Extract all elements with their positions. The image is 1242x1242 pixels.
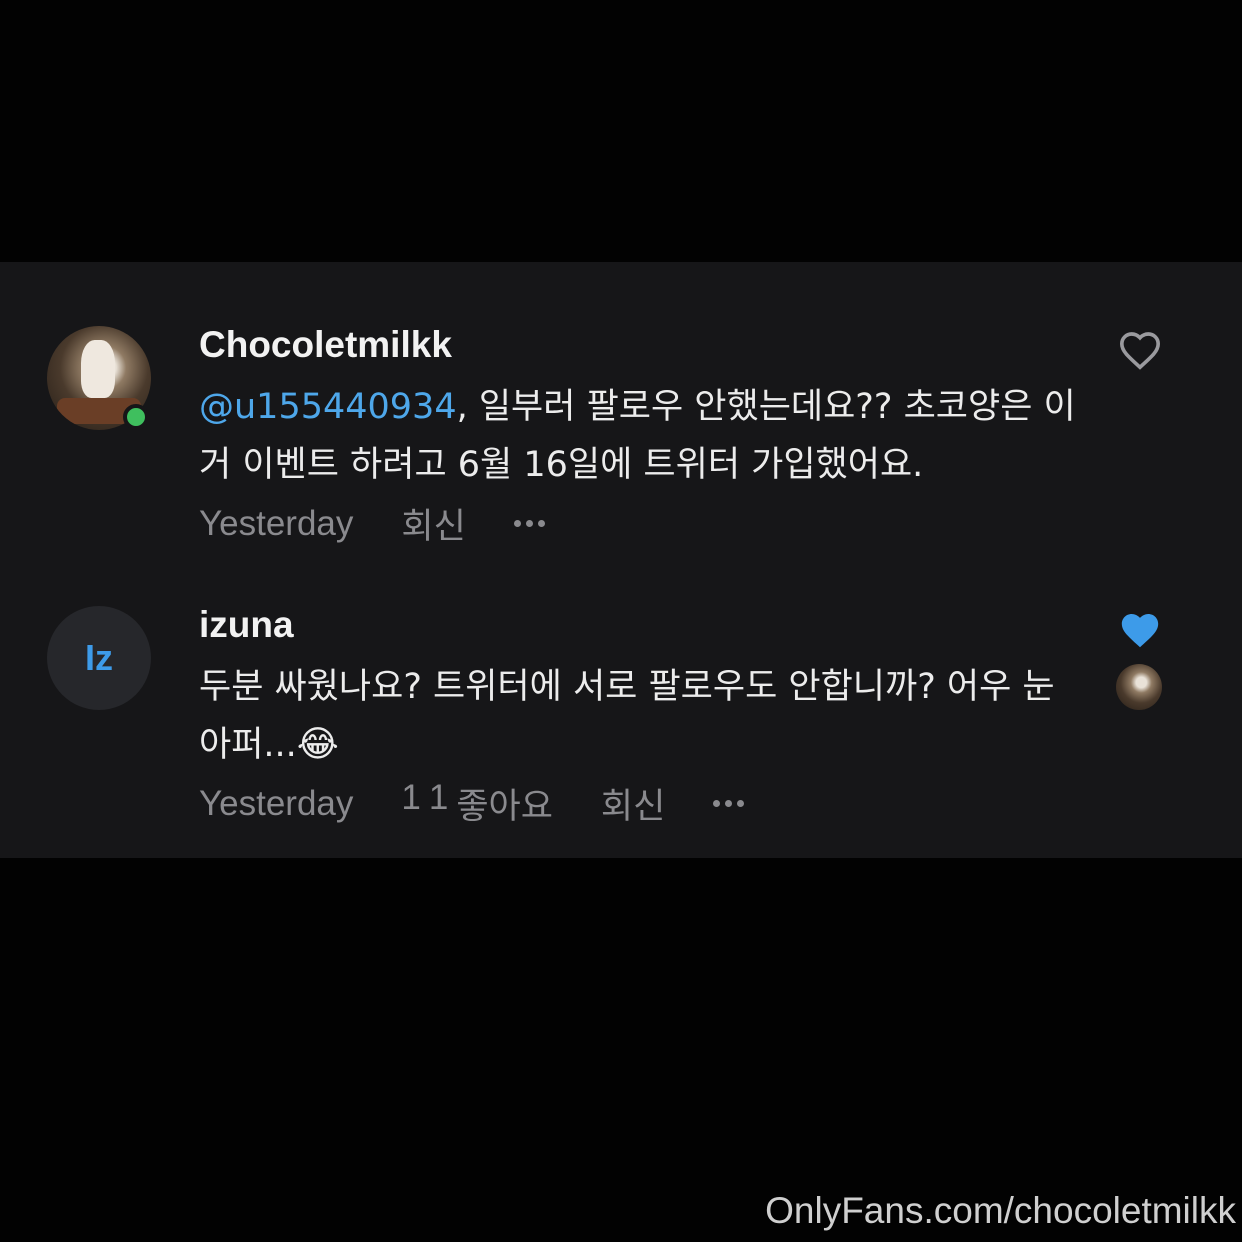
avatar-figure: [81, 340, 115, 398]
reply-button[interactable]: 회신: [401, 498, 465, 549]
like-count: 1: [401, 778, 421, 817]
comment-username[interactable]: izuna: [199, 604, 294, 646]
watermark: OnlyFans.com/chocoletmilkk: [765, 1190, 1236, 1231]
laughing-emoji: 😂: [296, 724, 339, 765]
likes-count[interactable]: 1 1 좋아요: [401, 778, 553, 829]
heart-filled-icon[interactable]: [1118, 610, 1162, 650]
creator-liked-avatar: [1116, 664, 1162, 710]
heart-outline-icon[interactable]: [1118, 330, 1162, 370]
avatar[interactable]: Iz: [47, 606, 151, 710]
redacted-area-top: [0, 0, 1242, 292]
like-count-extra: 1: [428, 778, 449, 817]
comment-time: Yesterday: [199, 503, 354, 543]
like-label: 좋아요: [456, 787, 553, 826]
online-status-dot: [123, 404, 149, 430]
comment-meta: Yesterday 회신: [199, 498, 545, 549]
comment-username[interactable]: Chocoletmilkk: [199, 324, 452, 366]
comment-meta: Yesterday 1 1 좋아요 회신: [199, 778, 745, 829]
more-options-icon[interactable]: [713, 800, 745, 807]
reply-button[interactable]: 회신: [601, 778, 665, 829]
comment-time: Yesterday: [199, 783, 354, 823]
redacted-area-bottom: [0, 858, 1242, 1242]
more-options-icon[interactable]: [513, 520, 545, 527]
comment-text: 두분 싸웠나요? 트위터에 서로 팔로우도 안합니까? 어우 눈아퍼...😂: [199, 658, 1079, 774]
comment-text: @u155440934, 일부러 팔로우 안했는데요?? 초코양은 이거 이벤트…: [199, 378, 1079, 494]
mention-link[interactable]: @u155440934: [199, 387, 457, 427]
